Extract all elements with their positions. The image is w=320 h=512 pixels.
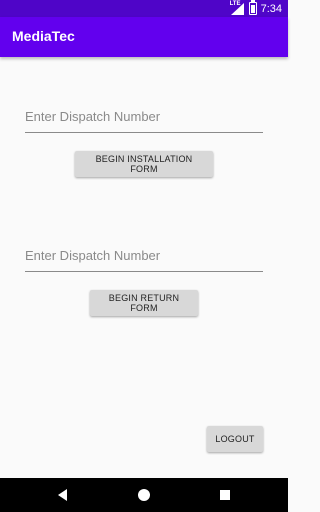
status-time: 7:34 bbox=[260, 2, 282, 15]
begin-installation-form-button[interactable]: BEGIN INSTALLATION FORM bbox=[75, 151, 213, 177]
recents-icon[interactable] bbox=[220, 490, 230, 500]
app-bar: MediaTec bbox=[0, 17, 288, 57]
signal-icon: LTE bbox=[230, 1, 245, 15]
begin-return-form-button[interactable]: BEGIN RETURN FORM bbox=[90, 290, 198, 316]
installation-dispatch-input[interactable] bbox=[25, 104, 263, 133]
return-dispatch-input[interactable] bbox=[25, 243, 263, 272]
logout-button[interactable]: LOGOUT bbox=[207, 426, 263, 452]
status-icons: LTE 7:34 bbox=[230, 0, 282, 17]
back-icon[interactable] bbox=[58, 489, 67, 501]
status-bar: LTE 7:34 bbox=[0, 0, 288, 17]
battery-icon bbox=[248, 0, 257, 15]
app-title: MediaTec bbox=[12, 28, 75, 44]
home-icon[interactable] bbox=[138, 489, 150, 501]
navigation-bar bbox=[0, 478, 288, 512]
